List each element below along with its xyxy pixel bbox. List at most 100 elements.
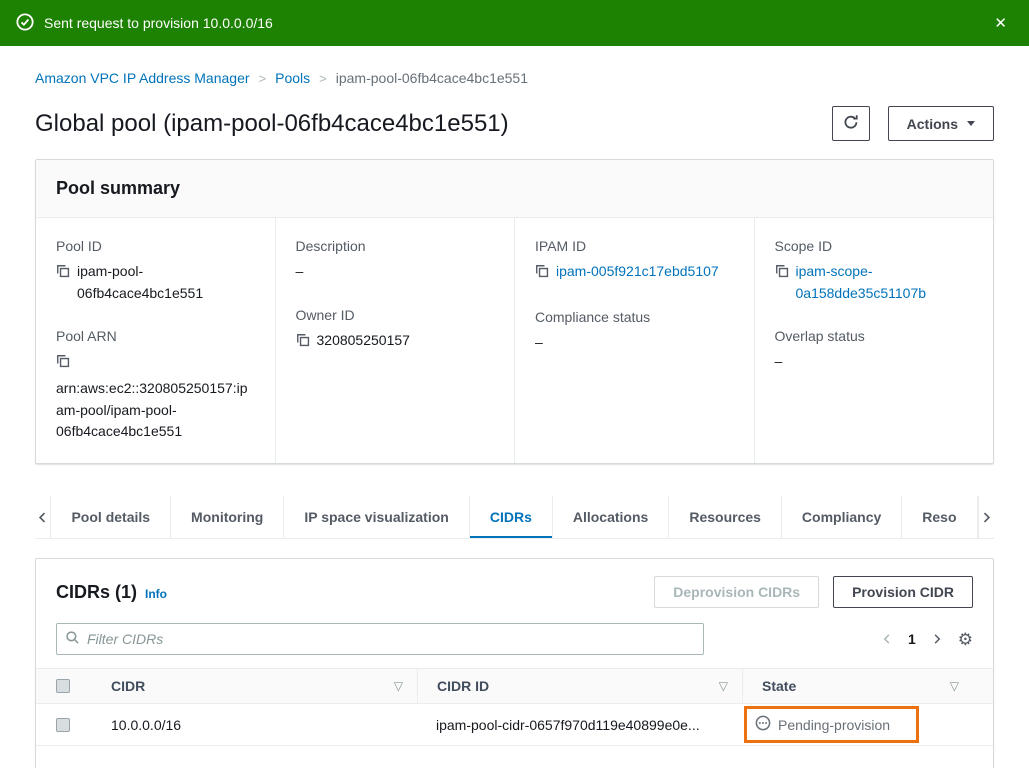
tab-ip-space-visualization[interactable]: IP space visualization: [284, 496, 469, 538]
owner-id-value-row: 320805250157: [296, 330, 495, 354]
table-row[interactable]: 10.0.0.0/16 ipam-pool-cidr-0657f970d119e…: [36, 704, 993, 746]
state-highlight-box: Pending-provision: [744, 706, 919, 743]
tab-reso-truncated[interactable]: Reso: [902, 496, 977, 538]
column-header-cidr-id-label: CIDR ID: [437, 678, 489, 694]
pool-summary-card: Pool summary Pool ID ipam-pool-06fb4cace…: [35, 159, 994, 464]
tabs-scroll-right-button[interactable]: [978, 496, 994, 538]
refresh-icon: [843, 114, 859, 133]
overlap-status-label: Overlap status: [775, 328, 974, 344]
column-filter-icon[interactable]: ▽: [950, 679, 959, 693]
tab-bar: Pool details Monitoring IP space visuali…: [35, 496, 994, 539]
ipam-id-value-row: ipam-005f921c17ebd5107: [535, 261, 734, 285]
field-description: Description –: [296, 238, 495, 283]
tab-compliancy[interactable]: Compliancy: [782, 496, 902, 538]
filter-cidrs-input[interactable]: [87, 631, 695, 647]
chevron-down-icon: [967, 121, 975, 126]
breadcrumb-pools[interactable]: Pools: [275, 70, 310, 86]
chevron-right-icon: [931, 633, 943, 645]
scope-id-label: Scope ID: [775, 238, 974, 254]
summary-column-4: Scope ID ipam-scope-0a158dde35c51107b Ov…: [754, 218, 994, 463]
tabs-scroll-left-button[interactable]: [35, 496, 51, 538]
previous-page-button[interactable]: [881, 633, 893, 645]
copy-icon[interactable]: [535, 261, 549, 285]
cidrs-buttons: Deprovision CIDRs Provision CIDR: [654, 576, 973, 608]
search-icon: [65, 630, 80, 648]
field-ipam-id: IPAM ID ipam-005f921c17ebd5107: [535, 238, 734, 285]
pool-summary-body: Pool ID ipam-pool-06fb4cace4bc1e551 Pool…: [36, 218, 993, 463]
table-header-row: CIDR ▽ CIDR ID ▽ State ▽: [36, 668, 993, 704]
field-owner-id: Owner ID 320805250157: [296, 307, 495, 354]
success-check-icon: [16, 13, 34, 34]
state-badge-label: Pending-provision: [778, 717, 890, 733]
next-page-button[interactable]: [931, 633, 943, 645]
owner-id-value: 320805250157: [317, 330, 410, 352]
chevron-left-icon: [36, 511, 49, 524]
banner-close-icon[interactable]: ✕: [988, 10, 1013, 36]
compliance-status-value: –: [535, 332, 543, 354]
chevron-right-icon: [980, 511, 993, 524]
pool-summary-title: Pool summary: [56, 178, 973, 199]
description-value: –: [296, 261, 304, 283]
page-header: Global pool (ipam-pool-06fb4cace4bc1e551…: [35, 106, 994, 141]
pool-id-value-row: ipam-pool-06fb4cace4bc1e551: [56, 261, 255, 304]
column-filter-icon[interactable]: ▽: [394, 679, 403, 693]
overlap-status-value-row: –: [775, 351, 974, 373]
summary-column-3: IPAM ID ipam-005f921c17ebd5107 Complianc…: [514, 218, 754, 463]
pool-summary-header: Pool summary: [36, 160, 993, 218]
summary-column-2: Description – Owner ID 320805250157: [275, 218, 515, 463]
cidrs-title: CIDRs (1): [56, 582, 137, 603]
page-title: Global pool (ipam-pool-06fb4cace4bc1e551…: [35, 110, 832, 138]
summary-column-1: Pool ID ipam-pool-06fb4cace4bc1e551 Pool…: [36, 218, 275, 463]
copy-icon[interactable]: [56, 351, 255, 375]
scope-id-value-row: ipam-scope-0a158dde35c51107b: [775, 261, 974, 304]
select-all-checkbox[interactable]: [56, 679, 70, 693]
cidrs-card: CIDRs (1) Info Deprovision CIDRs Provisi…: [35, 558, 994, 768]
tab-allocations[interactable]: Allocations: [553, 496, 669, 538]
field-compliance-status: Compliance status –: [535, 309, 734, 354]
refresh-button[interactable]: [832, 106, 870, 141]
compliance-status-value-row: –: [535, 332, 734, 354]
cell-cidr-id: ipam-pool-cidr-0657f970d119e40899e0e...: [417, 717, 742, 733]
tab-monitoring[interactable]: Monitoring: [171, 496, 284, 538]
tab-resources[interactable]: Resources: [669, 496, 782, 538]
pool-arn-value: arn:aws:ec2::320805250157:ipam-pool/ipam…: [56, 380, 247, 439]
column-filter-icon[interactable]: ▽: [719, 679, 728, 693]
cidrs-title-wrap: CIDRs (1) Info: [56, 582, 654, 603]
deprovision-cidrs-button[interactable]: Deprovision CIDRs: [654, 576, 819, 608]
breadcrumb-separator: >: [259, 71, 267, 86]
ipam-id-label: IPAM ID: [535, 238, 734, 254]
settings-gear-icon[interactable]: ⚙: [958, 631, 973, 648]
column-header-state-label: State: [762, 678, 796, 694]
description-label: Description: [296, 238, 495, 254]
actions-button[interactable]: Actions: [888, 106, 994, 141]
breadcrumb: Amazon VPC IP Address Manager > Pools > …: [35, 70, 994, 86]
column-header-cidr: CIDR ▽: [92, 669, 417, 703]
cell-cidr: 10.0.0.0/16: [92, 717, 417, 733]
breadcrumb-separator: >: [319, 71, 327, 86]
compliance-status-label: Compliance status: [535, 309, 734, 325]
overlap-status-value: –: [775, 351, 783, 373]
column-header-cidr-label: CIDR: [111, 678, 145, 694]
copy-icon[interactable]: [56, 261, 70, 285]
actions-button-label: Actions: [907, 116, 958, 132]
page-number[interactable]: 1: [908, 631, 916, 647]
field-pool-arn: Pool ARN arn:aws:ec2::320805250157:ipam-…: [56, 328, 255, 443]
row-checkbox[interactable]: [56, 718, 70, 732]
pending-icon: [755, 715, 771, 734]
page-header-actions: Actions: [832, 106, 994, 141]
scope-id-link[interactable]: ipam-scope-0a158dde35c51107b: [796, 261, 974, 304]
copy-icon[interactable]: [296, 330, 310, 354]
tab-cidrs[interactable]: CIDRs: [470, 496, 553, 538]
cell-state: Pending-provision: [742, 706, 973, 743]
provision-cidr-button[interactable]: Provision CIDR: [833, 576, 973, 608]
info-link[interactable]: Info: [145, 587, 167, 601]
pool-id-value: ipam-pool-06fb4cace4bc1e551: [77, 261, 255, 304]
breadcrumb-ipam-manager[interactable]: Amazon VPC IP Address Manager: [35, 70, 250, 86]
ipam-id-link[interactable]: ipam-005f921c17ebd5107: [556, 261, 719, 283]
tab-pool-details[interactable]: Pool details: [51, 496, 171, 538]
copy-icon[interactable]: [775, 261, 789, 285]
cidrs-header: CIDRs (1) Info Deprovision CIDRs Provisi…: [36, 576, 993, 608]
table-controls: 1 ⚙: [881, 631, 973, 648]
pool-arn-label: Pool ARN: [56, 328, 255, 344]
cidrs-filter-row: 1 ⚙: [36, 623, 993, 655]
